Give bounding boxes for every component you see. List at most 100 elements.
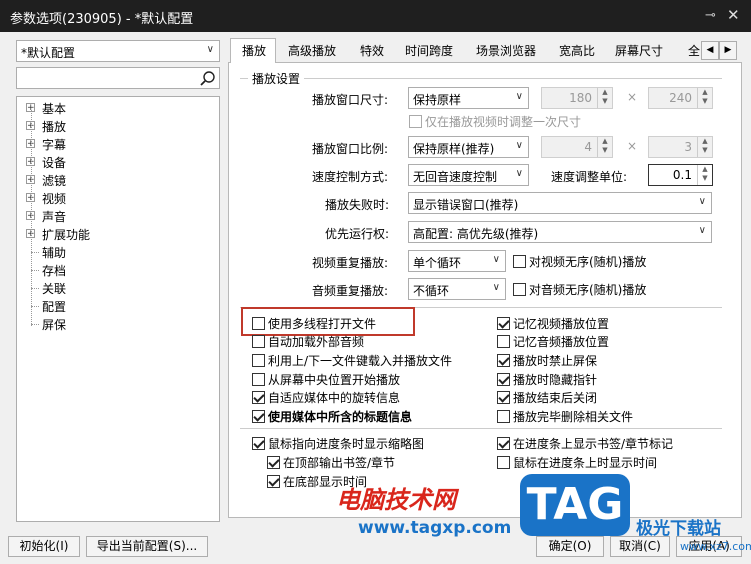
tab-3[interactable]: 时间跨度 (405, 38, 453, 62)
ratio-select[interactable]: 保持原样(推荐) ∨ (408, 136, 529, 158)
audio-repeat-value: 不循环 (413, 284, 450, 298)
profile-value: *默认配置 (21, 46, 76, 60)
tab-5[interactable]: 宽高比 (559, 38, 595, 62)
tree-item-label: 设备 (42, 156, 67, 170)
title-bar: 参数选项(230905) - *默认配置 ⊸ ✕ (0, 0, 751, 32)
tree-item-label: 视频 (42, 192, 67, 206)
search-icon[interactable] (199, 70, 216, 87)
ratio-label: 播放窗口比例: (312, 142, 389, 156)
tree-line (31, 324, 39, 325)
option-label: 自适应媒体中的旋转信息 (268, 391, 401, 405)
watermark-logo: TAG (520, 474, 630, 536)
width-spinner[interactable]: 180 ▲ ▼ (541, 87, 613, 109)
speed-mode-value: 无回音速度控制 (413, 170, 498, 184)
search-input[interactable] (16, 67, 220, 89)
audio-repeat-select[interactable]: 不循环 ∨ (408, 278, 506, 300)
tree-item-label: 配置 (42, 300, 67, 314)
tree-item-label: 辅助 (42, 246, 67, 260)
show-bookmarks-label: 在进度条上显示书签/章节标记 (513, 437, 674, 451)
spinner-arrows-icon[interactable]: ▲ ▼ (597, 88, 612, 108)
tree-item-label: 关联 (42, 282, 67, 296)
speed-unit-spinner[interactable]: 0.1 ▲ ▼ (648, 164, 713, 186)
init-button[interactable]: 初始化(I) (8, 536, 80, 557)
option-checkbox[interactable] (497, 317, 510, 330)
thumb-checkbox[interactable] (252, 437, 265, 450)
show-time-checkbox[interactable] (497, 456, 510, 469)
speed-unit-value: 0.1 (672, 168, 692, 182)
option-label: 自动加载外部音频 (268, 335, 365, 349)
spinner-arrows-icon[interactable]: ▲ ▼ (697, 165, 712, 185)
window-size-select[interactable]: 保持原样 ∨ (408, 87, 529, 109)
cancel-button[interactable]: 取消(C) (610, 536, 670, 557)
option-checkbox[interactable] (252, 373, 265, 386)
adjust-once-checkbox[interactable] (409, 115, 422, 128)
spinner-arrows-icon[interactable]: ▲ ▼ (697, 137, 712, 157)
video-repeat-select[interactable]: 单个循环 ∨ (408, 250, 506, 272)
show-bookmarks-checkbox[interactable] (497, 437, 510, 450)
window-size-value: 保持原样 (413, 93, 462, 107)
window-size-label: 播放窗口尺寸: (312, 93, 389, 107)
tree-item-label: 屏保 (42, 318, 67, 332)
tree-item-label: 字幕 (42, 138, 67, 152)
tab-6[interactable]: 屏幕尺寸 (615, 38, 663, 62)
close-icon[interactable]: ✕ (727, 6, 740, 24)
spinner-arrows-icon[interactable]: ▲ ▼ (697, 88, 712, 108)
option-label: 从屏幕中央位置开始播放 (268, 373, 401, 387)
option-checkbox[interactable] (497, 410, 510, 423)
tab-7[interactable]: 全 (688, 38, 700, 62)
bookmark-top-label: 在顶部输出书签/章节 (283, 456, 396, 470)
ratio-w-value: 4 (584, 140, 592, 154)
audio-random-checkbox[interactable] (513, 283, 526, 296)
bookmark-top-checkbox[interactable] (267, 456, 280, 469)
option-checkbox[interactable] (497, 335, 510, 348)
option-label: 播放时隐藏指针 (513, 373, 598, 387)
option-checkbox[interactable] (497, 391, 510, 404)
ratio-w-spinner[interactable]: 4 ▲ ▼ (541, 136, 613, 158)
thumb-label: 鼠标指向进度条时显示缩略图 (268, 437, 425, 451)
tab-2[interactable]: 特效 (360, 38, 384, 62)
option-checkbox[interactable] (252, 317, 265, 330)
tree-item-label: 声音 (42, 210, 67, 224)
option-checkbox[interactable] (497, 373, 510, 386)
separator (240, 428, 722, 429)
window-title: 参数选项(230905) - *默认配置 (10, 12, 194, 27)
option-label: 使用多线程打开文件 (268, 317, 377, 331)
tab-4[interactable]: 场景浏览器 (476, 38, 536, 62)
ratio-h-spinner[interactable]: 3 ▲ ▼ (648, 136, 713, 158)
height-spinner[interactable]: 240 ▲ ▼ (648, 87, 713, 109)
tab-scroll-left[interactable]: ◀ (701, 41, 719, 60)
option-checkbox[interactable] (252, 354, 265, 367)
speed-unit-label: 速度调整单位: (551, 170, 628, 184)
chevron-down-icon: ∨ (206, 44, 214, 55)
group-title: 播放设置 (248, 70, 305, 87)
tree-line (31, 288, 39, 289)
pin-icon[interactable]: ⊸ (705, 8, 716, 23)
option-checkbox[interactable] (252, 410, 265, 423)
tab-scroll-right[interactable]: ▶ (719, 41, 737, 60)
video-random-label: 对视频无序(随机)播放 (529, 255, 647, 269)
ratio-h-value: 3 (684, 140, 692, 154)
option-label: 记忆音频播放位置 (513, 335, 610, 349)
spinner-arrows-icon[interactable]: ▲ ▼ (597, 137, 612, 157)
speed-mode-select[interactable]: 无回音速度控制 ∨ (408, 164, 529, 186)
ratio-times-sign: × (627, 139, 638, 153)
tree-item-label: 滤镜 (42, 174, 67, 188)
tree-line (31, 270, 39, 271)
export-button[interactable]: 导出当前配置(S)... (86, 536, 208, 557)
priority-select[interactable]: 高配置: 高优先级(推荐) ∨ (408, 221, 712, 243)
tree-line (31, 252, 39, 253)
profile-select[interactable]: *默认配置 ∨ (16, 40, 220, 62)
video-repeat-value: 单个循环 (413, 256, 462, 270)
option-checkbox[interactable] (252, 391, 265, 404)
option-checkbox[interactable] (252, 335, 265, 348)
video-random-checkbox[interactable] (513, 255, 526, 268)
tab-1[interactable]: 高级播放 (288, 38, 336, 62)
fail-select[interactable]: 显示错误窗口(推荐) ∨ (408, 192, 712, 214)
tab-0[interactable]: 播放 (242, 38, 266, 62)
fail-value: 显示错误窗口(推荐) (413, 198, 519, 212)
ok-button[interactable]: 确定(O) (536, 536, 604, 557)
chevron-down-icon: ∨ (515, 91, 523, 102)
time-bottom-checkbox[interactable] (267, 475, 280, 488)
option-checkbox[interactable] (497, 354, 510, 367)
video-repeat-label: 视频重复播放: (312, 256, 389, 270)
